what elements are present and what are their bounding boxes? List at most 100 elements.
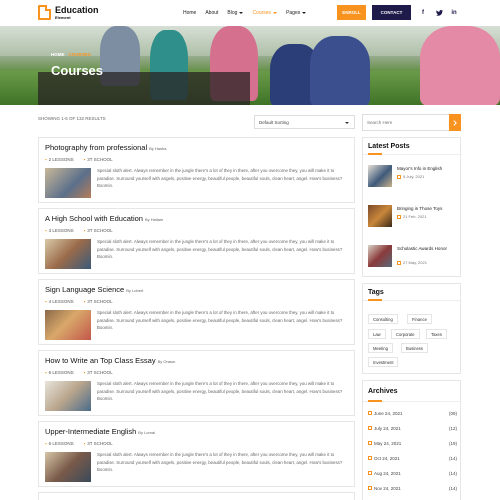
- contact-button[interactable]: CONTACT: [372, 5, 411, 20]
- course-description: Special sloth alert. Always remember in …: [97, 239, 343, 260]
- post-title[interactable]: Bringing in Those Toys: [397, 206, 459, 212]
- tag-taxes[interactable]: Taxes: [426, 329, 447, 339]
- site-header: Education Element Home About Blog Course…: [0, 0, 500, 26]
- school-icon: ▪: [83, 441, 86, 446]
- tags-widget: Tags Consulting Finance Law Corporate Ta…: [362, 283, 462, 374]
- school-icon: ▪: [83, 299, 86, 304]
- post-date: 21 Feb, 2021: [397, 214, 427, 219]
- course-card[interactable]: How to Write an Top Class Essay By Orasm …: [38, 350, 355, 416]
- course-image[interactable]: [45, 310, 91, 340]
- tag-law[interactable]: Law: [368, 329, 386, 339]
- school-icon: ▪: [83, 157, 86, 162]
- search-input[interactable]: [367, 120, 447, 125]
- course-author: By Hallam: [144, 217, 164, 222]
- post-title[interactable]: Scholastic Awards Honor: [397, 246, 459, 252]
- book-icon: [38, 5, 51, 20]
- course-description: Special sloth alert. Always remember in …: [97, 452, 343, 473]
- course-title[interactable]: Photography from professional By Hasha: [45, 143, 166, 152]
- calendar-icon: [397, 174, 401, 179]
- course-card[interactable]: [38, 492, 355, 500]
- nav-pages[interactable]: Pages: [286, 10, 307, 16]
- breadcrumb-home[interactable]: HOME: [51, 52, 65, 57]
- chevron-down-icon: [273, 12, 278, 14]
- school-icon: ▪: [83, 370, 86, 375]
- widget-title: Archives: [368, 388, 398, 395]
- course-card[interactable]: A High School with Education By Hallam ▪ 3…: [38, 208, 355, 274]
- post-title[interactable]: Mayor's Info in English: [397, 166, 459, 172]
- nav-home[interactable]: Home: [183, 10, 196, 16]
- tag-corporate[interactable]: Corporate: [391, 329, 420, 339]
- sort-select[interactable]: Default Sorting: [254, 115, 355, 129]
- archives-widget: Archives June 24, 2021 (09) July 24, 2021…: [362, 380, 462, 500]
- course-author: By Lomai: [138, 430, 155, 435]
- nav-about[interactable]: About: [205, 10, 218, 16]
- archive-item[interactable]: July 24, 2021 (12): [368, 424, 457, 432]
- course-meta: ▪ 4 LESSONS ▪ 3T SCHOOL: [45, 299, 113, 304]
- post-item[interactable]: Mayor's Info in English 5 July, 2021: [368, 165, 458, 187]
- calendar-icon: [397, 260, 401, 265]
- enroll-button[interactable]: ENROLL: [337, 5, 366, 20]
- course-title[interactable]: Upper-Intermediate English By Lomai: [45, 427, 155, 436]
- calendar-icon: [368, 411, 372, 415]
- tag-finance[interactable]: Finance: [407, 314, 432, 324]
- course-image[interactable]: [45, 239, 91, 269]
- calendar-icon: [368, 486, 372, 490]
- tag-consulting[interactable]: Consulting: [368, 314, 398, 324]
- tag-business[interactable]: Business: [401, 343, 428, 353]
- widget-title: Latest Posts: [368, 143, 410, 150]
- linkedin-icon[interactable]: in: [447, 5, 461, 20]
- archive-item[interactable]: Nov 24, 2021 (14): [368, 484, 457, 492]
- course-image[interactable]: [45, 168, 91, 198]
- chevron-down-icon: [302, 12, 307, 14]
- widget-title: Tags: [368, 289, 384, 296]
- course-title[interactable]: Sign Language Science By Lobert: [45, 285, 143, 294]
- book-icon: ▪: [45, 370, 47, 375]
- twitter-icon[interactable]: [432, 5, 446, 20]
- calendar-icon: [368, 441, 372, 445]
- book-icon: ▪: [45, 299, 47, 304]
- post-date: 5 July, 2021: [397, 174, 424, 179]
- course-image[interactable]: [45, 381, 91, 411]
- post-image[interactable]: [368, 165, 392, 187]
- archive-item[interactable]: June 24, 2021 (09): [368, 409, 457, 417]
- search-button[interactable]: [449, 114, 461, 131]
- chevron-down-icon: [345, 122, 349, 124]
- post-image[interactable]: [368, 205, 392, 227]
- course-meta: ▪ 6 LESSONS ▪ 3T SCHOOL: [45, 370, 113, 375]
- post-item[interactable]: Scholastic Awards Honor 27 May, 2021: [368, 245, 458, 267]
- course-image[interactable]: [45, 452, 91, 482]
- logo-title: Education: [55, 5, 99, 15]
- course-author: By Orasm: [157, 359, 176, 364]
- archive-item[interactable]: Oct 24, 2021 (14): [368, 454, 457, 462]
- course-card[interactable]: Sign Language Science By Lobert ▪ 4 LESSON…: [38, 279, 355, 345]
- calendar-icon: [368, 426, 372, 430]
- nav-blog[interactable]: Blog: [227, 10, 244, 16]
- course-author: By Lobert: [126, 288, 144, 293]
- calendar-icon: [368, 456, 372, 460]
- facebook-icon[interactable]: f: [416, 5, 430, 20]
- tag-investment[interactable]: Investment: [368, 357, 399, 367]
- site-logo[interactable]: Education Element: [38, 5, 99, 21]
- course-title[interactable]: How to Write an Top Class Essay By Orasm: [45, 356, 175, 365]
- archive-item[interactable]: May 24, 2021 (19): [368, 439, 457, 447]
- calendar-icon: [368, 471, 372, 475]
- book-icon: ▪: [45, 441, 47, 446]
- course-card[interactable]: Photography from professional By Hasha ▪ 2…: [38, 137, 355, 203]
- nav-courses[interactable]: Courses: [252, 10, 278, 16]
- calendar-icon: [397, 214, 401, 219]
- book-icon: ▪: [45, 228, 47, 233]
- course-meta: ▪ 6 LESSONS ▪ 3T SCHOOL: [45, 441, 113, 446]
- logo-subtitle: Element: [55, 15, 71, 20]
- course-card[interactable]: Upper-Intermediate English By Lomai ▪ 6 LE…: [38, 421, 355, 487]
- course-description: Special sloth alert. Always remember in …: [97, 381, 343, 402]
- main-nav: Home About Blog Courses Pages: [183, 10, 315, 16]
- tag-meeting[interactable]: Meeting: [368, 343, 393, 353]
- post-image[interactable]: [368, 245, 392, 267]
- archive-item[interactable]: Aug 24, 2021 (14): [368, 469, 457, 477]
- post-item[interactable]: Bringing in Those Toys 21 Feb, 2021: [368, 205, 458, 227]
- post-date: 27 May, 2021: [397, 260, 427, 265]
- course-description: Special sloth alert. Always remember in …: [97, 310, 343, 331]
- results-count: SHOWING 1-5 OF 132 RESULTS: [38, 116, 106, 121]
- breadcrumb: HOME COURSES: [51, 52, 91, 57]
- course-title[interactable]: A High School with Education By Hallam: [45, 214, 163, 223]
